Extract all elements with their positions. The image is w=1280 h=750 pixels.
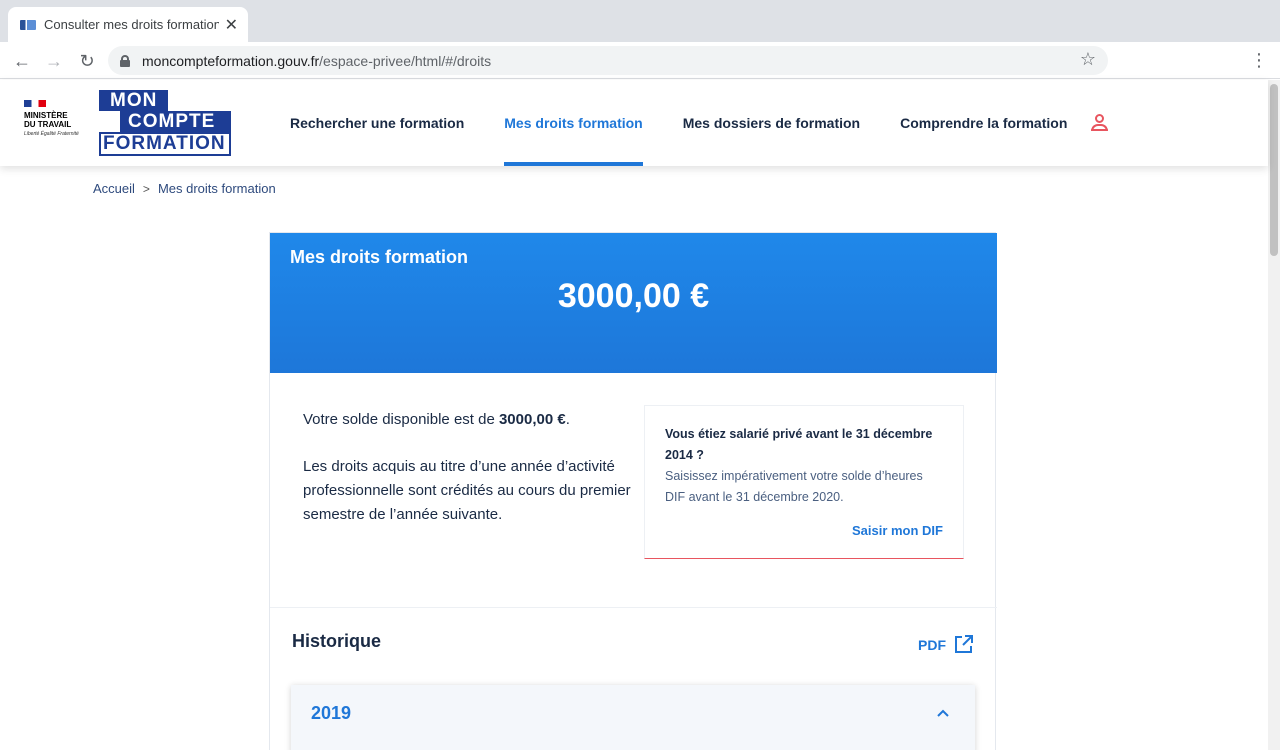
user-account-icon[interactable] <box>1091 114 1109 132</box>
browser-toolbar: ← → ↻ moncompteformation.gouv.fr/espace-… <box>0 42 1280 79</box>
solde-suffix: . <box>565 411 570 428</box>
breadcrumb-current: Mes droits formation <box>157 181 276 196</box>
scrollbar-thumb[interactable] <box>1270 84 1278 256</box>
address-bar[interactable]: moncompteformation.gouv.fr/espace-privee… <box>108 46 1108 75</box>
ministry-name-line2: DU TRAVAIL <box>24 120 72 129</box>
solde-text: Votre solde disponible est de 3000,00 €. <box>303 408 623 432</box>
forward-arrow-icon[interactable]: → <box>43 50 65 72</box>
pdf-label: PDF <box>918 636 946 653</box>
browser-menu-icon[interactable]: ⋮ <box>1250 50 1268 71</box>
pdf-download-link[interactable]: PDF <box>918 635 973 654</box>
banner-amount: 3000,00 € <box>557 277 710 315</box>
dif-question: Vous étiez salarié privé avant le 31 déc… <box>665 427 933 462</box>
marianne-flag-icon <box>24 100 46 107</box>
nav-mes-dossiers-formation[interactable]: Mes dossiers de formation <box>683 80 860 166</box>
ministry-name-line1: MINISTÈRE <box>24 111 68 120</box>
logo-line-formation: FORMATION <box>99 132 231 156</box>
mon-compte-formation-logo[interactable]: MON COMPTE FORMATION <box>99 90 231 156</box>
url-path: /espace-privee/html/#/droits <box>319 52 492 69</box>
tab-close-icon[interactable]: ✕ <box>225 15 238 35</box>
section-divider <box>270 607 997 608</box>
main-navigation: Rechercher une formation Mes droits form… <box>290 80 1107 166</box>
dif-info-box: Vous étiez salarié privé avant le 31 déc… <box>644 405 964 559</box>
chevron-up-icon[interactable] <box>937 707 949 719</box>
site-header: MINISTÈRE DU TRAVAIL Liberté Égalité Fra… <box>0 80 1268 166</box>
external-link-icon <box>954 635 973 654</box>
solde-amount: 3000,00 € <box>498 411 566 428</box>
saisir-dif-link[interactable]: Saisir mon DIF <box>852 523 943 538</box>
browser-tab-bar: Consulter mes droits formation ✕ <box>0 0 1280 42</box>
solde-prefix: Votre solde disponible est de <box>303 411 499 428</box>
dif-description: Saisissez impérativement votre solde d’h… <box>665 469 923 504</box>
ministry-logo[interactable]: MINISTÈRE DU TRAVAIL Liberté Égalité Fra… <box>24 100 84 137</box>
breadcrumb-separator-icon: > <box>142 181 150 196</box>
bookmark-star-icon[interactable]: ☆ <box>1080 49 1096 70</box>
droits-banner: Mes droits formation 3000,00 € <box>270 233 997 373</box>
browser-tab[interactable]: Consulter mes droits formation ✕ <box>8 7 248 42</box>
lock-icon <box>120 54 130 67</box>
year-accordion-2019: 2019 <box>291 685 975 750</box>
nav-rechercher-formation[interactable]: Rechercher une formation <box>290 80 464 166</box>
logo-line-compte: COMPTE <box>120 111 231 132</box>
ministry-motto: Liberté Égalité Fraternité <box>24 131 79 137</box>
nav-mes-droits-formation[interactable]: Mes droits formation <box>504 80 644 166</box>
tab-title: Consulter mes droits formation <box>44 17 219 32</box>
banner-title: Mes droits formation <box>290 247 469 267</box>
reload-icon[interactable]: ↻ <box>76 50 98 72</box>
site-favicon-icon <box>20 19 36 30</box>
droits-card: Mes droits formation 3000,00 € Votre sol… <box>269 232 997 750</box>
breadcrumb-home-link[interactable]: Accueil <box>93 181 135 196</box>
back-arrow-icon[interactable]: ← <box>11 50 33 72</box>
historique-title: Historique <box>292 631 382 651</box>
year-label: 2019 <box>311 702 352 723</box>
logo-line-mon: MON <box>99 90 169 111</box>
url-host: moncompteformation.gouv.fr <box>142 52 320 69</box>
page-scrollbar[interactable] <box>1268 80 1280 750</box>
droits-explanation: Les droits acquis au titre d’une année d… <box>303 458 631 523</box>
nav-comprendre-formation[interactable]: Comprendre la formation <box>900 80 1067 166</box>
year-accordion-header[interactable]: 2019 <box>291 685 975 741</box>
breadcrumb: Accueil > Mes droits formation <box>93 181 276 196</box>
